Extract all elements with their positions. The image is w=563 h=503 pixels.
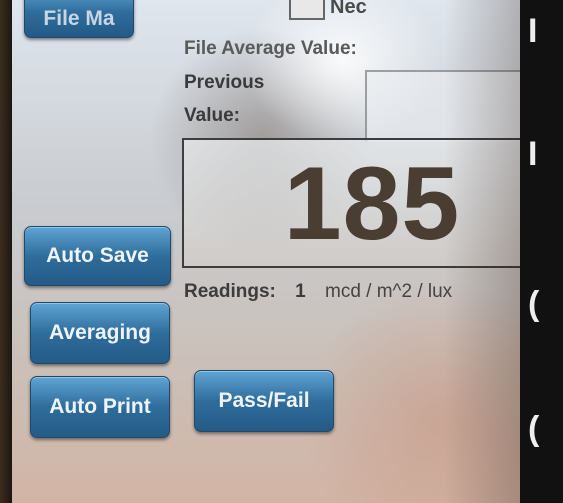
previous-value-label-line2: Value: [184,105,240,126]
bezel-mark-4: ( [528,410,540,448]
previous-value-label-line1: Previous [184,72,265,93]
bezel-mark-1: I [528,12,538,50]
auto-save-button[interactable]: Auto Save [24,226,171,286]
units-label: mcd / m^2 / lux [325,281,453,302]
averaging-button[interactable]: Averaging [30,302,170,364]
device-bezel-right: I I ( ( [520,0,563,503]
device-screen: File Ma Nec File Average Value: Previous… [12,0,520,503]
file-average-value-label: File Average Value: [184,38,357,59]
readings-count: 1 [295,281,306,302]
auto-print-button[interactable]: Auto Print [30,376,170,438]
reading-value: 185 [283,146,461,262]
reading-display: 185 [182,138,520,268]
pass-fail-button[interactable]: Pass/Fail [194,370,334,432]
device-bezel-left [0,0,12,503]
bezel-mark-3: ( [528,285,540,323]
readings-row: Readings: 1 mcd / m^2 / lux [184,281,466,303]
file-manager-button[interactable]: File Ma [24,0,134,38]
top-label: Nec [330,0,367,18]
bezel-mark-2: I [528,135,538,173]
readings-label: Readings: [184,281,276,302]
top-checkbox[interactable] [289,0,325,20]
previous-value-field [365,70,520,142]
